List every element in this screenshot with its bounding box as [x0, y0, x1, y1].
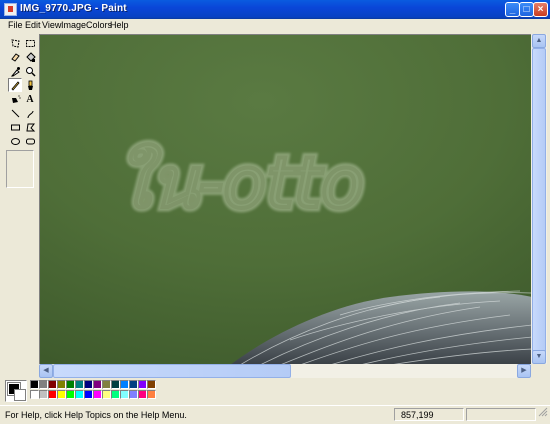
palette-swatch[interactable] — [138, 390, 147, 399]
palette-swatch[interactable] — [30, 380, 39, 389]
pencil-tool[interactable] — [8, 78, 22, 92]
palette-swatch[interactable] — [138, 380, 147, 389]
palette-swatch[interactable] — [48, 380, 57, 389]
palette-swatch[interactable] — [120, 390, 129, 399]
curve-tool[interactable] — [23, 106, 37, 120]
horizontal-scrollbar[interactable]: ◀ ▶ — [39, 364, 531, 378]
rounded-rectangle-tool[interactable] — [23, 134, 37, 148]
palette-swatch[interactable] — [147, 390, 156, 399]
minimize-button[interactable]: _ — [505, 2, 520, 17]
eraser-tool[interactable] — [8, 50, 22, 64]
palette-swatch[interactable] — [120, 380, 129, 389]
close-button[interactable]: × — [533, 2, 548, 17]
scroll-right-button[interactable]: ▶ — [517, 364, 531, 378]
color-palette — [0, 378, 550, 404]
menu-colors[interactable]: Colors — [86, 20, 112, 30]
paint-app-icon[interactable] — [4, 3, 17, 16]
toolbox: A — [4, 34, 38, 374]
line-tool[interactable] — [8, 106, 22, 120]
palette-swatch[interactable] — [84, 390, 93, 399]
pick-color-tool[interactable] — [8, 64, 22, 78]
palette-swatch[interactable] — [111, 390, 120, 399]
vertical-scroll-thumb[interactable] — [532, 48, 546, 353]
palette-swatch[interactable] — [129, 380, 138, 389]
title-bar: IMG_9770.JPG - Paint _ □ × — [0, 0, 550, 19]
menu-bar: File Edit View Image Colors Help — [0, 19, 550, 33]
tool-options-box[interactable] — [6, 150, 34, 188]
brush-tool[interactable] — [23, 78, 37, 92]
horizontal-scroll-thumb[interactable] — [53, 364, 291, 378]
text-tool[interactable]: A — [23, 92, 37, 106]
palette-swatch[interactable] — [111, 380, 120, 389]
scroll-up-button[interactable]: ▲ — [532, 34, 546, 48]
palette-swatch[interactable] — [93, 390, 102, 399]
palette-swatch[interactable] — [66, 390, 75, 399]
rectangle-tool[interactable] — [8, 120, 22, 134]
vertical-scrollbar[interactable]: ▲ ▼ — [531, 34, 547, 364]
palette-swatch[interactable] — [39, 390, 48, 399]
palette-swatch[interactable] — [30, 390, 39, 399]
status-coords-panel: 857,199 — [394, 408, 464, 421]
status-bar: For Help, click Help Topics on the Help … — [0, 405, 550, 424]
window-title: IMG_9770.JPG - Paint — [20, 3, 127, 14]
polygon-tool[interactable] — [23, 120, 37, 134]
free-form-select-tool[interactable] — [8, 36, 22, 50]
palette-swatch[interactable] — [75, 390, 84, 399]
palette-swatch[interactable] — [57, 390, 66, 399]
menu-edit[interactable]: Edit — [25, 20, 41, 30]
menu-image[interactable]: Image — [61, 20, 86, 30]
canvas-image[interactable]: ใน-otto ใน-otto — [40, 35, 531, 364]
palette-swatch[interactable] — [102, 380, 111, 389]
scroll-left-button[interactable]: ◀ — [39, 364, 53, 378]
cursor-coordinates: 857,199 — [401, 410, 434, 420]
resize-grip[interactable] — [538, 407, 548, 417]
palette-swatch[interactable] — [66, 380, 75, 389]
maximize-button[interactable]: □ — [519, 2, 534, 17]
airbrush-tool[interactable] — [8, 92, 22, 106]
menu-file[interactable]: File — [8, 20, 23, 30]
scroll-down-button[interactable]: ▼ — [532, 350, 546, 364]
fill-with-color-tool[interactable] — [23, 50, 37, 64]
status-help-text: For Help, click Help Topics on the Help … — [5, 410, 187, 420]
magnifier-tool[interactable] — [23, 64, 37, 78]
menu-help[interactable]: Help — [110, 20, 129, 30]
watermark-text: ใน-otto — [116, 142, 364, 224]
menu-view[interactable]: View — [42, 20, 61, 30]
palette-swatch[interactable] — [129, 390, 138, 399]
status-size-panel — [466, 408, 536, 421]
palette-swatch[interactable] — [93, 380, 102, 389]
current-colors[interactable] — [5, 380, 27, 402]
canvas-area[interactable]: ใน-otto ใน-otto — [39, 34, 531, 364]
palette-swatch[interactable] — [57, 380, 66, 389]
palette-swatch[interactable] — [39, 380, 48, 389]
palette-swatch[interactable] — [48, 390, 57, 399]
palette-swatch[interactable] — [75, 380, 84, 389]
palette-swatch[interactable] — [84, 380, 93, 389]
palette-swatch[interactable] — [147, 380, 156, 389]
background-color[interactable] — [14, 389, 26, 401]
select-tool[interactable] — [23, 36, 37, 50]
ellipse-tool[interactable] — [8, 134, 22, 148]
palette-swatch[interactable] — [102, 390, 111, 399]
